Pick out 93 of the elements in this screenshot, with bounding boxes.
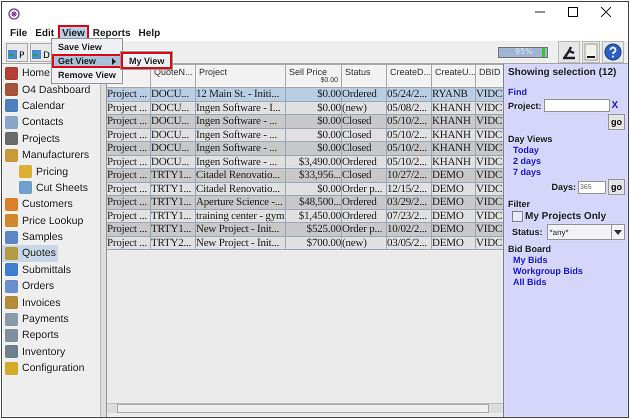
module-icon	[5, 362, 18, 375]
module-icon	[5, 312, 18, 326]
table-cell: Project ...	[107, 236, 151, 250]
go-button[interactable]: go	[608, 114, 625, 130]
table-cell: DEMO	[432, 236, 476, 250]
module-icon	[19, 165, 32, 178]
table-cell: New Project - Init...	[196, 236, 286, 250]
sidebar-item[interactable]: Configuration	[2, 360, 86, 376]
bid-link[interactable]: Workgroup Bids	[513, 266, 583, 277]
table-cell: 03/05/2...	[387, 236, 432, 250]
section-heading: Bid Board	[508, 244, 552, 254]
module-icon	[5, 230, 18, 244]
sidebar-item[interactable]: Home	[2, 65, 52, 82]
module-icon	[5, 148, 18, 162]
day-view-link[interactable]: Today	[513, 145, 539, 156]
bid-link[interactable]: My Bids	[513, 255, 548, 266]
sidebar-item[interactable]: Submittals	[2, 262, 74, 278]
sidebar-item[interactable]: Cut Sheets	[16, 180, 90, 196]
sidebar-item[interactable]: O4 Dashboard	[2, 81, 92, 98]
sidebar-item[interactable]: Calendar	[2, 98, 67, 114]
sidebar-item[interactable]: Invoices	[2, 294, 63, 311]
bid-link[interactable]: All Bids	[513, 277, 547, 288]
table-cell: TRTY2...	[151, 236, 196, 250]
table-row[interactable]: Project ... TRTY1... Aperture Science -... $48,500...Ordered 03/29/2... DEMO VIDC	[107, 196, 503, 210]
field-label: Project:	[508, 100, 542, 110]
table-row[interactable]: Project ... TRTY1... New Project - Init... $525.00Order p... 10/02/2... DEMO VIDC	[107, 223, 503, 236]
scrollbar[interactable]	[107, 403, 503, 413]
section-heading: Filter	[508, 199, 530, 209]
table-row[interactable]: Project ... DOCU... Ingen Software - ... $0.00Closed 05/10/2... KHANH VIDC	[107, 128, 503, 142]
table-row[interactable]: Project ... TRTY1... Citadel Renovatio... $0.00Order p... 12/15/2... DEMO VIDC	[107, 182, 503, 196]
selection-title: Showing selection (12)	[508, 67, 616, 78]
sidebar-item[interactable]: Price Lookup	[2, 212, 86, 229]
module-icon	[19, 181, 32, 194]
module-icon	[5, 99, 18, 112]
section-heading: Find	[508, 87, 527, 97]
table-row[interactable]: Project ... DOCU... Ingen Software - ... $0.00Closed 05/10/2... KHANH VIDC	[107, 115, 503, 128]
status-dropdown[interactable]: *any*	[546, 224, 625, 240]
table-row[interactable]: Project ... DOCU... Ingen Software - ... $3,490.00Ordered 05/10/2... KHANH VIDC	[107, 156, 503, 169]
sidebar-item[interactable]: Payments	[2, 310, 71, 328]
app-logo-icon	[8, 8, 20, 20]
sidebar-item[interactable]: Pricing	[16, 163, 70, 180]
menu-item[interactable]: Get View	[52, 54, 122, 68]
day-view-link[interactable]: 2 days	[513, 156, 542, 167]
menu-item[interactable]: My View	[121, 52, 172, 69]
sidebar-item[interactable]: Reports	[2, 327, 61, 344]
module-icon	[5, 116, 18, 129]
project-field[interactable]	[544, 99, 610, 112]
sidebar-item[interactable]: Customers	[2, 196, 75, 213]
day-view-link[interactable]: 7 days	[513, 167, 542, 178]
sidebar-item[interactable]: Quotes	[2, 245, 58, 262]
module-icon	[5, 263, 18, 276]
table-cell: (new)	[342, 236, 387, 250]
clear-link[interactable]: X	[612, 100, 618, 111]
module-icon	[5, 132, 18, 146]
sidebar-item[interactable]: Orders	[2, 278, 56, 294]
module-icon	[5, 198, 18, 211]
section-heading: Day Views	[508, 134, 552, 144]
module-icon	[5, 66, 18, 80]
module-icon	[5, 345, 18, 358]
field-label: Status:	[512, 227, 543, 237]
sidebar-item[interactable]: Manufacturers	[2, 146, 92, 164]
toolbar-button[interactable]: D	[30, 42, 52, 62]
module-icon	[5, 214, 18, 228]
toolbar-button[interactable]: P	[6, 42, 28, 62]
menu-item[interactable]: Remove View	[52, 68, 122, 82]
module-icon	[5, 296, 18, 310]
sidebar-item[interactable]: Inventory	[2, 344, 68, 360]
memory-reading: 95%	[515, 46, 533, 56]
caret-icon	[614, 230, 622, 234]
module-icon	[5, 328, 18, 342]
sidebar-item[interactable]: Samples	[2, 228, 65, 246]
sidebar-item[interactable]: Contacts	[2, 114, 66, 131]
checkbox-label: My Projects Only	[525, 211, 606, 222]
table-row[interactable]: Project ... DOCU... 12 Main St. - Initi... $0.00Ordered 05/24/2... RYANB VIDC	[107, 88, 503, 102]
table-row[interactable]: Project ... TRTY2... New Project - Init... $700.00(new) 03/05/2... DEMO VIDC	[107, 236, 503, 250]
help-icon[interactable]	[602, 41, 624, 63]
checkbox[interactable]	[512, 211, 523, 222]
module-icon	[5, 246, 18, 260]
module-icon	[5, 83, 18, 96]
field-label: Days:	[551, 182, 576, 192]
table-row[interactable]: Project ... TRTY1... Citadel Renovatio... $33,956...Closed 10/27/2... DEMO VIDC	[107, 169, 503, 182]
go-button[interactable]: go	[608, 179, 625, 195]
module-icon	[5, 280, 18, 293]
menu-item[interactable]: Edit	[31, 24, 58, 42]
menu-item[interactable]: Help	[134, 24, 164, 42]
menu-item[interactable]: Save View	[52, 40, 122, 54]
sidebar-item[interactable]: Projects	[2, 130, 62, 147]
menu-item[interactable]: File	[6, 24, 32, 42]
menu-item[interactable]: Reports	[88, 24, 135, 42]
table-row[interactable]: Project ... DOCU... Ingen Software - I... $0.00(new) 05/08/2... KHANH VIDC	[107, 102, 503, 115]
table-row[interactable]: Project ... TRTY1... training center - gym $1,450.00Ordered 07/23/2... DEMO VIDC	[107, 210, 503, 223]
table-row[interactable]: Project ... DOCU... Ingen Software - ... $0.00Closed 05/10/2... KHANH VIDC	[107, 142, 503, 156]
table-cell: $700.00	[286, 236, 342, 250]
